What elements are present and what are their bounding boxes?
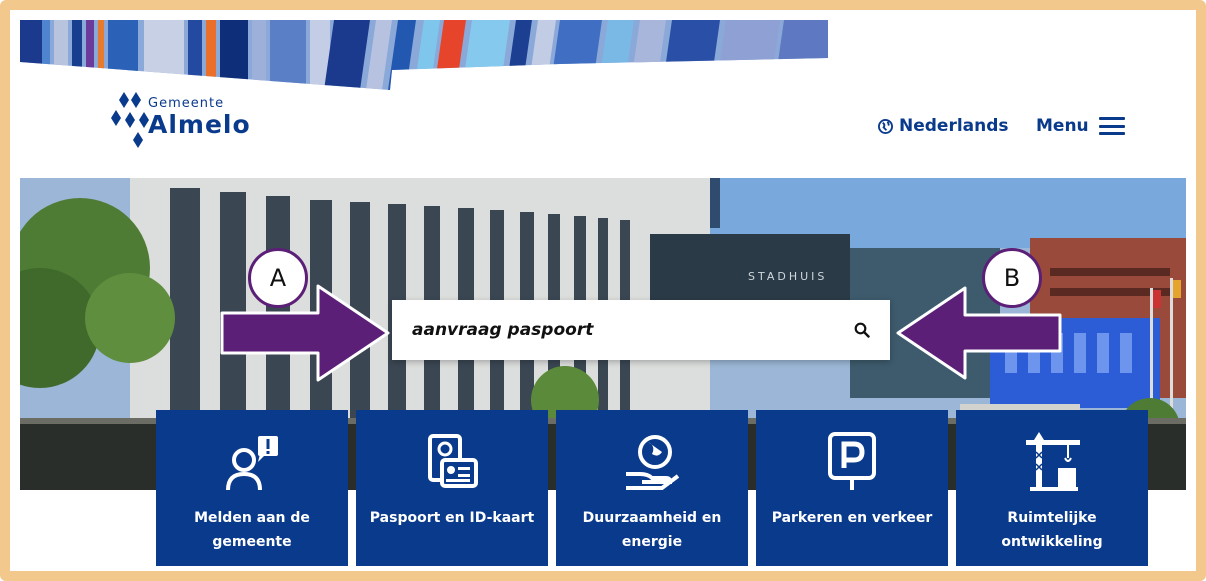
arrow-b-icon — [896, 286, 1062, 380]
arrow-a-icon — [220, 284, 390, 382]
tile-duurzaamheid[interactable]: Duurzaamheid en energie — [556, 410, 748, 566]
parking-icon — [828, 432, 876, 490]
tile-melden[interactable]: Melden aan de gemeente — [156, 410, 348, 566]
tile-ruimtelijke[interactable]: Ruimtelijke ontwikkeling — [956, 410, 1148, 566]
page: Gemeente Almelo Nederlands Menu STADHUIS… — [20, 20, 1186, 571]
crane-icon — [1026, 432, 1080, 491]
tile-paspoort[interactable]: Paspoort en ID-kaart — [356, 410, 548, 566]
callout-a: A — [248, 248, 308, 308]
passport-id-icon — [428, 434, 478, 488]
hand-globe-icon — [626, 435, 680, 490]
screenshot-frame: Gemeente Almelo Nederlands Menu STADHUIS… — [0, 0, 1206, 581]
tile-label: Paspoort en ID-kaart — [369, 510, 535, 526]
tile-label: Duurzaamheid en energie — [582, 510, 722, 550]
tile-label: Parkeren en verkeer — [771, 510, 933, 526]
tile-label: Ruimtelijke ontwikkeling — [1001, 510, 1103, 550]
person-alert-icon — [226, 436, 278, 491]
callout-b: B — [982, 248, 1042, 308]
tile-label: Melden aan de gemeente — [194, 510, 310, 550]
tile-parkeren[interactable]: Parkeren en verkeer — [756, 410, 948, 566]
